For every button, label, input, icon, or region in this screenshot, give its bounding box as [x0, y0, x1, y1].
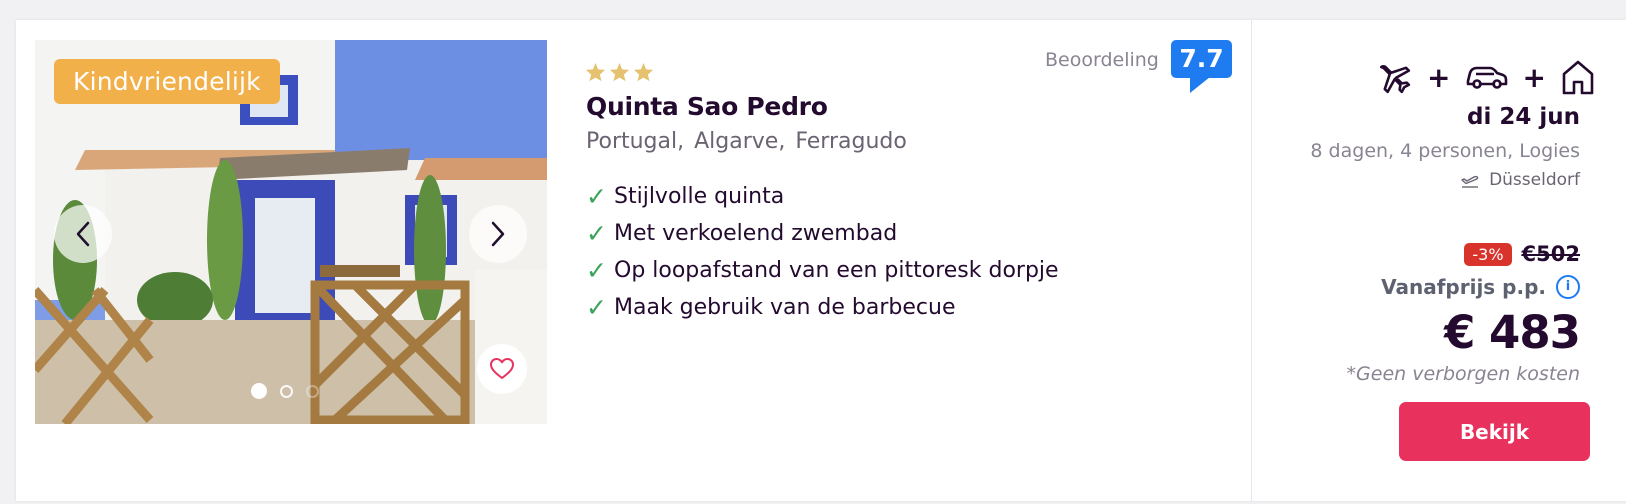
package-components: + +: [1375, 58, 1596, 96]
carousel-dot[interactable]: [306, 384, 319, 398]
plane-icon: [1379, 65, 1411, 94]
plane-departure-icon: [1461, 175, 1479, 188]
hotel-name[interactable]: Quinta Sao Pedro: [586, 92, 828, 121]
previous-photo-button[interactable]: [54, 205, 112, 263]
carousel-indicator: [251, 383, 319, 399]
usp-text: Stijlvolle quinta: [614, 184, 785, 209]
usp-text: Op loopafstand van een pittoresk dorpje: [614, 258, 1059, 283]
usp-item: ✓ Met verkoelend zwembad: [586, 215, 1059, 252]
plus-separator: +: [1522, 60, 1546, 94]
hotel-location: Portugal, Algarve, Ferragudo: [586, 129, 907, 154]
rating-score[interactable]: 7.7: [1171, 40, 1232, 78]
location-city: Ferragudo: [795, 129, 907, 154]
child-friendly-badge: Kindvriendelijk: [54, 59, 280, 104]
view-button[interactable]: Bekijk: [1399, 402, 1590, 461]
trip-details: 8 dagen, 4 personen, Logies: [1310, 140, 1580, 162]
carousel-dot-active[interactable]: [251, 383, 267, 399]
location-country: Portugal,: [586, 129, 685, 154]
departure-airport: Düsseldorf: [1461, 170, 1580, 190]
usp-text: Met verkoelend zwembad: [614, 221, 898, 246]
column-divider: [1251, 20, 1252, 501]
next-photo-button[interactable]: [469, 205, 527, 263]
check-icon: ✓: [586, 219, 607, 248]
check-icon: ✓: [586, 182, 607, 211]
house-icon: [1562, 60, 1594, 95]
old-price-row: -3% €502: [1464, 242, 1580, 266]
usp-item: ✓ Op loopafstand van een pittoresk dorpje: [586, 252, 1059, 289]
original-price: €502: [1521, 242, 1580, 266]
chevron-right-icon: [491, 221, 505, 247]
usp-item: ✓ Stijlvolle quinta: [586, 178, 1059, 215]
star-icon: [633, 62, 654, 82]
star-icon: [585, 62, 606, 82]
car-icon: [1467, 66, 1508, 89]
check-icon: ✓: [586, 293, 607, 322]
location-region: Algarve,: [694, 129, 786, 154]
departure-city: Düsseldorf: [1489, 170, 1580, 190]
usp-list: ✓ Stijlvolle quinta ✓ Met verkoelend zwemb…: [586, 178, 1059, 326]
discount-badge: -3%: [1464, 242, 1512, 266]
plus-separator: +: [1427, 60, 1451, 94]
usp-item: ✓ Maak gebruik van de barbecue: [586, 289, 1059, 326]
price-label-row: Vanafprijs p.p. i: [1381, 275, 1580, 299]
rating-label: Beoordeling: [1045, 49, 1159, 71]
departure-date: di 24 jun: [1466, 104, 1580, 130]
favorite-button[interactable]: [477, 344, 527, 394]
price-from-label: Vanafprijs p.p.: [1381, 275, 1546, 299]
chevron-left-icon: [76, 221, 90, 247]
heart-icon: [490, 358, 514, 379]
star-icon: [609, 62, 630, 82]
star-rating: [585, 62, 654, 82]
hotel-photo[interactable]: Kindvriendelijk: [35, 40, 547, 424]
usp-text: Maak gebruik van de barbecue: [614, 295, 956, 320]
rating-bubble-tail: [1190, 77, 1210, 93]
check-icon: ✓: [586, 256, 607, 285]
info-icon[interactable]: i: [1556, 275, 1580, 299]
carousel-dot[interactable]: [280, 384, 293, 398]
no-hidden-costs-note: *Geen verborgen kosten: [1346, 363, 1580, 385]
current-price: € 483: [1444, 306, 1581, 359]
